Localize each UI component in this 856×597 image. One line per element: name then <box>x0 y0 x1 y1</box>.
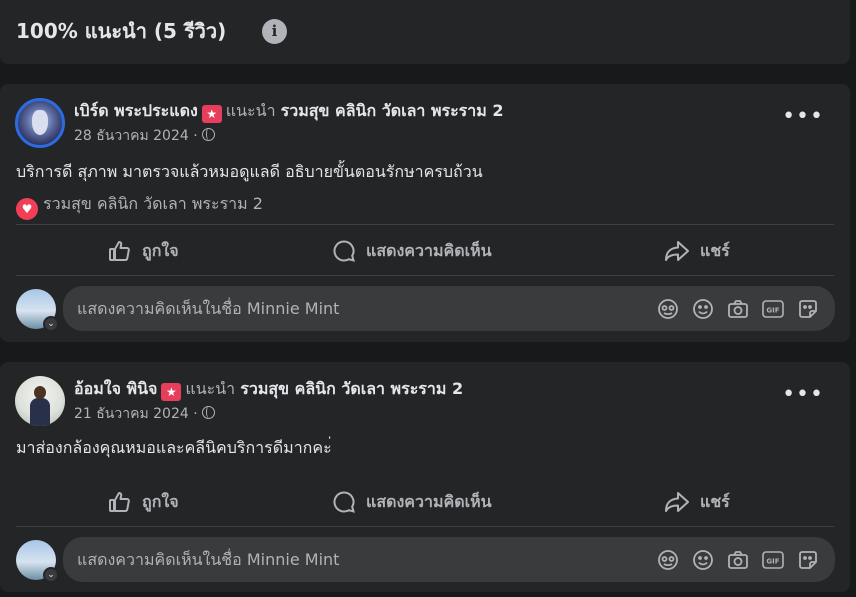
post-date[interactable]: 21 ธันวาคม 2024 · <box>74 406 198 422</box>
svg-text:GIF: GIF <box>766 558 779 566</box>
share-button[interactable]: แชร์ <box>664 480 730 524</box>
post-text: บริการดี สุภาพ มาตรวจแล้วหมอดูแลดี อธิบา… <box>16 162 483 181</box>
globe-icon <box>202 128 216 141</box>
post-header-line: เบิร์ด พระประแดง ★ แนะนำ รวมสุข คลินิก วัด… <box>74 100 504 123</box>
share-label: แชร์ <box>700 240 730 260</box>
share-button[interactable]: แชร์ <box>664 229 730 273</box>
chevron-down-icon[interactable]: ⌄ <box>43 316 59 332</box>
svg-text:GIF: GIF <box>766 307 779 315</box>
comment-icon <box>333 491 355 513</box>
chevron-down-icon[interactable]: ⌄ <box>43 567 59 583</box>
sticker-icon[interactable] <box>790 549 825 571</box>
sticker-icon[interactable] <box>790 298 825 320</box>
current-user-avatar[interactable]: ⌄ <box>16 289 59 332</box>
composer-toolbar: GIF <box>650 298 825 320</box>
divider <box>16 224 834 225</box>
thumbs-up-icon <box>109 492 130 513</box>
author-avatar[interactable] <box>15 98 65 148</box>
camera-icon[interactable] <box>720 298 755 320</box>
composer-toolbar: GIF <box>650 549 825 571</box>
comment-composer[interactable]: แสดงความคิดเห็นในชื่อ Minnie Mint GIF <box>63 537 835 582</box>
post-header-line: อ้อมใจ พินิจ ★ แนะนำ รวมสุข คลินิก วัดเลา … <box>74 378 463 401</box>
divider <box>16 526 834 527</box>
review-post: เบิร์ด พระประแดง ★ แนะนำ รวมสุข คลินิก วัด… <box>0 84 850 342</box>
like-label: ถูกใจ <box>142 240 179 260</box>
reactor-name: รวมสุข คลินิก วัดเลา พระราม 2 <box>43 194 263 213</box>
recommend-flag-icon: ★ <box>201 105 222 123</box>
share-icon <box>665 241 689 261</box>
comment-button[interactable]: แสดงความคิดเห็น <box>332 229 492 273</box>
recommendation-title: 100% แนะนำ (5 รีวิว) <box>16 19 227 43</box>
like-label: ถูกใจ <box>142 491 179 511</box>
page-name-link[interactable]: รวมสุข คลินิก วัดเลา พระราม 2 <box>240 379 463 398</box>
author-avatar[interactable] <box>15 376 65 426</box>
avatar-sticker-icon[interactable] <box>650 298 685 320</box>
camera-icon[interactable] <box>720 549 755 571</box>
more-options-icon[interactable]: ••• <box>782 384 824 406</box>
gif-icon[interactable]: GIF <box>755 549 790 571</box>
share-label: แชร์ <box>700 491 730 511</box>
recommend-verb: แนะนำ <box>225 101 276 120</box>
comment-label: แสดงความคิดเห็น <box>366 491 492 511</box>
share-icon <box>665 492 689 512</box>
divider <box>16 275 834 276</box>
comment-label: แสดงความคิดเห็น <box>366 240 492 260</box>
comment-composer[interactable]: แสดงความคิดเห็นในชื่อ Minnie Mint GIF <box>63 286 835 331</box>
emoji-icon[interactable] <box>685 298 720 320</box>
comment-button[interactable]: แสดงความคิดเห็น <box>332 480 492 524</box>
post-meta: 21 ธันวาคม 2024 · <box>74 405 216 423</box>
recommend-verb: แนะนำ <box>185 379 236 398</box>
more-options-icon[interactable]: ••• <box>782 106 824 128</box>
comment-input[interactable]: แสดงความคิดเห็นในชื่อ Minnie Mint <box>77 298 339 320</box>
recommend-flag-icon: ★ <box>161 383 182 401</box>
post-date[interactable]: 28 ธันวาคม 2024 · <box>74 128 198 144</box>
thumbs-up-icon <box>109 241 130 262</box>
reaction-row[interactable]: ♥ รวมสุข คลินิก วัดเลา พระราม 2 <box>16 193 263 220</box>
review-post: อ้อมใจ พินิจ ★ แนะนำ รวมสุข คลินิก วัดเลา … <box>0 362 850 592</box>
avatar-sticker-icon[interactable] <box>650 549 685 571</box>
action-bar: ถูกใจ แสดงความคิดเห็น แชร์ <box>16 480 834 524</box>
like-button[interactable]: ถูกใจ <box>108 480 179 524</box>
author-name[interactable]: เบิร์ด พระประแดง <box>74 101 198 120</box>
post-text: มาส่องกล้องคุณหมอและคลีนิคบริการดีมากคะ่ <box>16 438 332 457</box>
gif-icon[interactable]: GIF <box>755 298 790 320</box>
emoji-icon[interactable] <box>685 549 720 571</box>
comment-input[interactable]: แสดงความคิดเห็นในชื่อ Minnie Mint <box>77 549 339 571</box>
info-icon[interactable]: i <box>262 19 287 44</box>
author-name[interactable]: อ้อมใจ พินิจ <box>74 379 157 398</box>
page-name-link[interactable]: รวมสุข คลินิก วัดเลา พระราม 2 <box>281 101 504 120</box>
comment-icon <box>333 240 355 262</box>
action-bar: ถูกใจ แสดงความคิดเห็น แชร์ <box>16 229 834 273</box>
current-user-avatar[interactable]: ⌄ <box>16 540 59 583</box>
heart-reaction-icon: ♥ <box>16 198 38 220</box>
like-button[interactable]: ถูกใจ <box>108 229 179 273</box>
reviews-header: 100% แนะนำ (5 รีวิว) i <box>0 0 850 64</box>
post-meta: 28 ธันวาคม 2024 · <box>74 127 216 145</box>
globe-icon <box>202 406 216 419</box>
